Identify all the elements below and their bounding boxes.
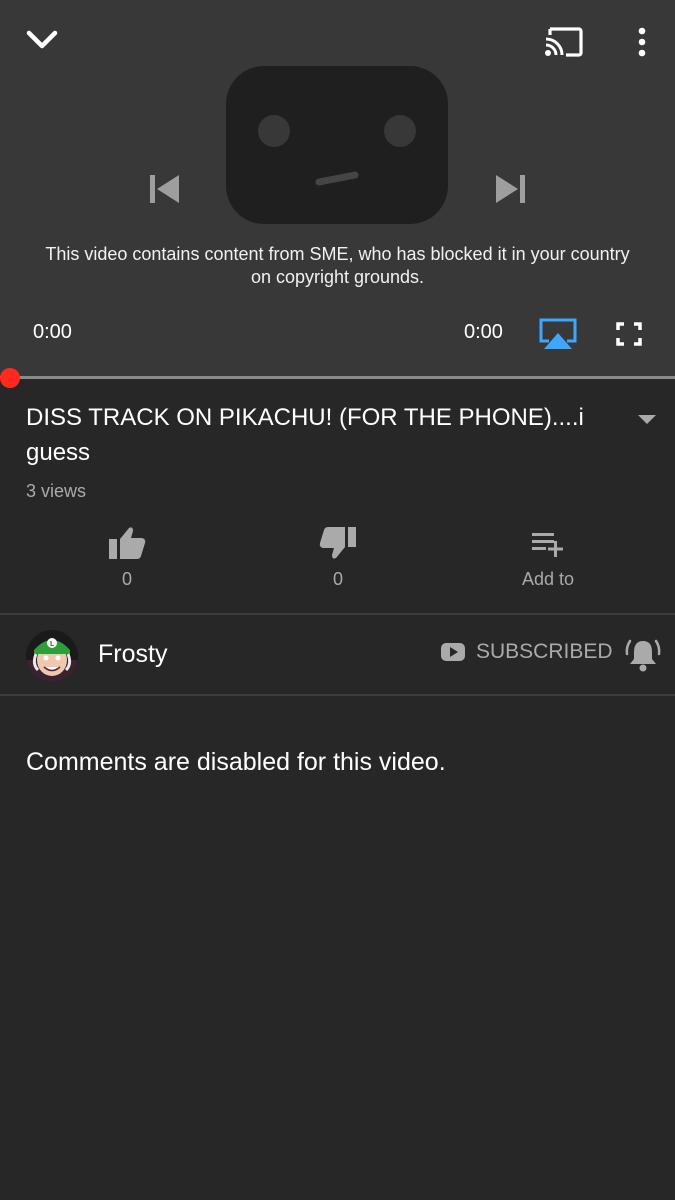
channel-name[interactable]: Frosty	[98, 640, 167, 669]
skip-previous-icon[interactable]	[145, 170, 183, 208]
svg-text:L: L	[50, 640, 55, 648]
airplay-icon[interactable]	[538, 317, 578, 351]
add-to-label: Add to	[521, 569, 575, 589]
subscribed-button[interactable]: SUBSCRIBED	[440, 640, 613, 664]
duration: 0:00	[464, 321, 503, 343]
current-time: 0:00	[33, 321, 72, 343]
view-count: 3 views	[26, 481, 87, 501]
playlist-add-icon	[532, 533, 563, 557]
sad-tv-icon	[224, 64, 450, 226]
divider	[0, 694, 675, 696]
subscribed-label: SUBSCRIBED	[476, 640, 613, 663]
add-to-button[interactable]: Add to	[488, 525, 608, 590]
video-title[interactable]: DISS TRACK ON PIKACHU! (FOR THE PHONE)..…	[26, 400, 606, 470]
youtube-logo-icon	[440, 642, 466, 662]
progress-scrubber[interactable]	[0, 368, 20, 388]
chevron-down-icon[interactable]	[24, 26, 60, 54]
more-vert-icon[interactable]	[632, 26, 652, 60]
thumb-up-icon	[109, 527, 146, 559]
dislike-button[interactable]: 0	[278, 525, 398, 590]
skip-next-icon[interactable]	[492, 170, 530, 208]
dislike-count: 0	[332, 569, 343, 589]
fullscreen-icon[interactable]	[614, 320, 644, 348]
notification-bell-icon[interactable]	[624, 637, 662, 673]
comments-disabled-message: Comments are disabled for this video.	[26, 748, 446, 776]
cast-icon[interactable]	[544, 25, 584, 59]
expand-description-icon[interactable]	[636, 412, 658, 426]
like-button[interactable]: 0	[67, 525, 187, 590]
divider	[0, 613, 675, 615]
video-player[interactable]: This video contains content from SME, wh…	[0, 0, 675, 378]
like-count: 0	[121, 569, 132, 589]
channel-avatar[interactable]: L	[26, 630, 78, 682]
thumb-down-icon	[319, 527, 356, 559]
blocked-message: This video contains content from SME, wh…	[45, 244, 630, 287]
progress-bar[interactable]	[0, 376, 675, 379]
